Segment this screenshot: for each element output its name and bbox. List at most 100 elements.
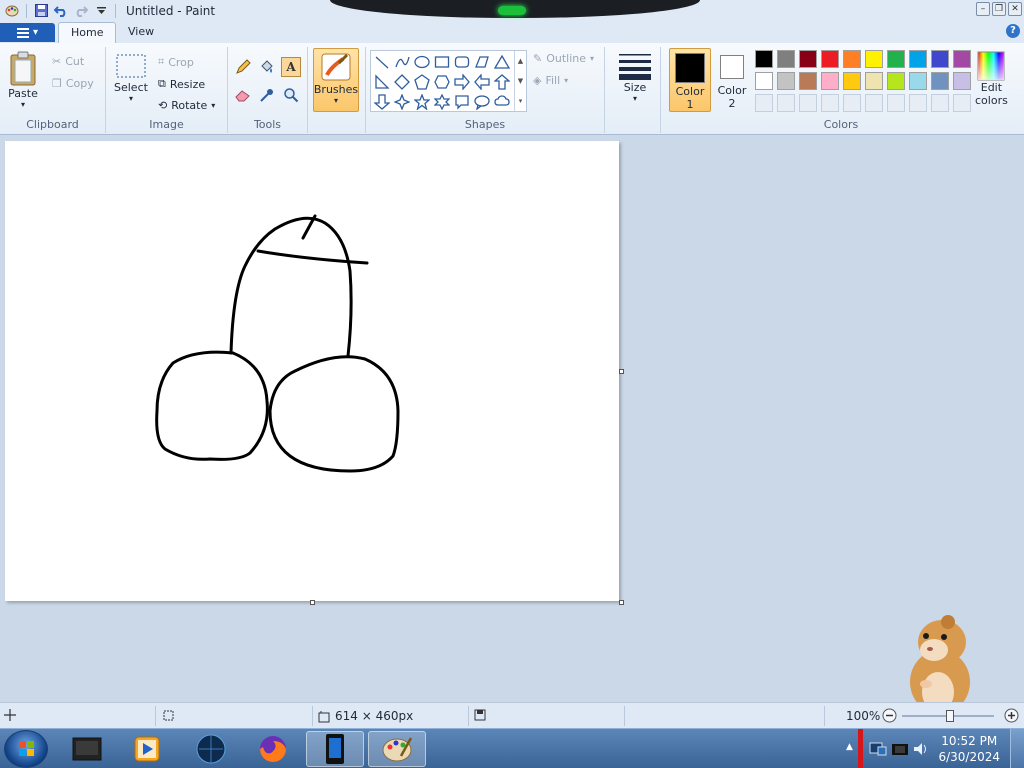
palette-color-swatch[interactable]: [799, 50, 817, 68]
resize-button[interactable]: ⧉ Resize: [158, 77, 205, 91]
palette-color-swatch[interactable]: [909, 72, 927, 90]
size-button[interactable]: Size ▾: [617, 51, 653, 103]
taskbar-firefox[interactable]: [244, 731, 302, 767]
zoom-out-button[interactable]: [882, 708, 897, 723]
fill-button[interactable]: ◈ Fill ▾: [533, 74, 568, 87]
application-menu-button[interactable]: ▾: [0, 23, 55, 42]
shape-curve-icon[interactable]: [393, 53, 411, 71]
cut-button[interactable]: ✂ Cut: [52, 55, 84, 68]
palette-color-swatch[interactable]: [865, 72, 883, 90]
shape-pentagon-icon[interactable]: [413, 73, 431, 91]
palette-color-swatch[interactable]: [887, 50, 905, 68]
palette-custom-slot[interactable]: [821, 94, 839, 112]
palette-color-swatch[interactable]: [821, 50, 839, 68]
shape-six-point-star-icon[interactable]: [433, 93, 451, 111]
palette-custom-slot[interactable]: [865, 94, 883, 112]
rotate-button[interactable]: ⟲ Rotate ▾: [158, 99, 215, 112]
taskbar-app-1[interactable]: [58, 731, 116, 767]
palette-color-swatch[interactable]: [953, 50, 971, 68]
palette-custom-slot[interactable]: [909, 94, 927, 112]
text-tool-icon[interactable]: A: [281, 57, 301, 77]
palette-custom-slot[interactable]: [755, 94, 773, 112]
select-button[interactable]: Select ▾: [114, 53, 148, 103]
taskbar-media-player[interactable]: [118, 731, 176, 767]
fill-bucket-icon[interactable]: [257, 57, 277, 77]
outline-button[interactable]: ✎ Outline ▾: [533, 52, 594, 65]
undo-icon[interactable]: [51, 2, 71, 20]
shape-rounded-rectangle-icon[interactable]: [453, 53, 471, 71]
taskbar-paint[interactable]: [368, 731, 426, 767]
shape-right-triangle-icon[interactable]: [373, 73, 391, 91]
redo-icon[interactable]: [71, 2, 91, 20]
shape-polygon-icon[interactable]: [473, 53, 491, 71]
drawing-canvas[interactable]: [5, 141, 619, 601]
palette-custom-slot[interactable]: [843, 94, 861, 112]
shape-line-icon[interactable]: [373, 53, 391, 71]
resize-handle-bottom[interactable]: [310, 600, 315, 605]
palette-color-swatch[interactable]: [799, 72, 817, 90]
palette-color-swatch[interactable]: [777, 72, 795, 90]
magnifier-icon[interactable]: [281, 85, 301, 105]
color1-button[interactable]: Color 1: [669, 48, 711, 112]
shapes-scroll[interactable]: ▲ ▼ ▾: [514, 51, 526, 111]
tray-network-icon[interactable]: [868, 739, 888, 762]
shape-diamond-icon[interactable]: [393, 73, 411, 91]
zoom-slider-thumb[interactable]: [946, 710, 954, 722]
shape-up-arrow-icon[interactable]: [493, 73, 511, 91]
shape-rectangle-icon[interactable]: [433, 53, 451, 71]
shape-triangle-icon[interactable]: [493, 53, 511, 71]
palette-color-swatch[interactable]: [843, 50, 861, 68]
save-icon[interactable]: [31, 2, 51, 20]
start-button[interactable]: [4, 730, 48, 768]
tab-view[interactable]: View: [116, 22, 166, 43]
resize-handle-right[interactable]: [619, 369, 624, 374]
taskbar-app-3[interactable]: [182, 731, 240, 767]
palette-color-swatch[interactable]: [777, 50, 795, 68]
resize-handle-corner[interactable]: [619, 600, 624, 605]
crop-button[interactable]: ⌗ Crop: [158, 55, 194, 69]
palette-color-swatch[interactable]: [887, 72, 905, 90]
show-hidden-icons-arrow-icon[interactable]: ▲: [846, 742, 853, 752]
palette-color-swatch[interactable]: [953, 72, 971, 90]
tray-device-icon[interactable]: [890, 739, 910, 762]
palette-color-swatch[interactable]: [931, 50, 949, 68]
shape-right-arrow-icon[interactable]: [453, 73, 471, 91]
zoom-in-button[interactable]: [1004, 708, 1019, 723]
customize-toolbar-chevron-icon[interactable]: [91, 2, 111, 20]
help-icon[interactable]: ?: [1006, 24, 1020, 38]
show-desktop-button[interactable]: [1010, 729, 1024, 768]
pencil-icon[interactable]: [233, 57, 253, 77]
shape-four-point-star-icon[interactable]: [393, 93, 411, 111]
color-picker-icon[interactable]: [257, 85, 277, 105]
palette-custom-slot[interactable]: [777, 94, 795, 112]
tray-volume-icon[interactable]: [912, 740, 930, 761]
shape-cloud-callout-icon[interactable]: [493, 93, 511, 111]
brushes-button[interactable]: Brushes ▾: [313, 48, 359, 112]
taskbar-app-5[interactable]: [306, 731, 364, 767]
shape-down-arrow-icon[interactable]: [373, 93, 391, 111]
maximize-button[interactable]: ❐: [992, 2, 1006, 16]
palette-color-swatch[interactable]: [755, 50, 773, 68]
shape-oval-callout-icon[interactable]: [473, 93, 491, 111]
edit-colors-button[interactable]: Edit colors: [975, 51, 1008, 107]
copy-button[interactable]: ❐ Copy: [52, 77, 94, 90]
palette-color-swatch[interactable]: [755, 72, 773, 90]
palette-custom-slot[interactable]: [953, 94, 971, 112]
minimize-button[interactable]: –: [976, 2, 990, 16]
shape-rounded-callout-icon[interactable]: [453, 93, 471, 111]
palette-color-swatch[interactable]: [843, 72, 861, 90]
shape-hexagon-icon[interactable]: [433, 73, 451, 91]
palette-color-swatch[interactable]: [865, 50, 883, 68]
palette-color-swatch[interactable]: [931, 72, 949, 90]
palette-color-swatch[interactable]: [821, 72, 839, 90]
palette-custom-slot[interactable]: [799, 94, 817, 112]
tab-home[interactable]: Home: [58, 22, 117, 43]
shape-five-point-star-icon[interactable]: [413, 93, 431, 111]
close-button[interactable]: ✕: [1008, 2, 1022, 16]
shape-oval-icon[interactable]: [413, 53, 431, 71]
palette-custom-slot[interactable]: [887, 94, 905, 112]
shape-left-arrow-icon[interactable]: [473, 73, 491, 91]
palette-color-swatch[interactable]: [909, 50, 927, 68]
palette-custom-slot[interactable]: [931, 94, 949, 112]
taskbar-clock[interactable]: 10:52 PM 6/30/2024: [938, 733, 1000, 765]
